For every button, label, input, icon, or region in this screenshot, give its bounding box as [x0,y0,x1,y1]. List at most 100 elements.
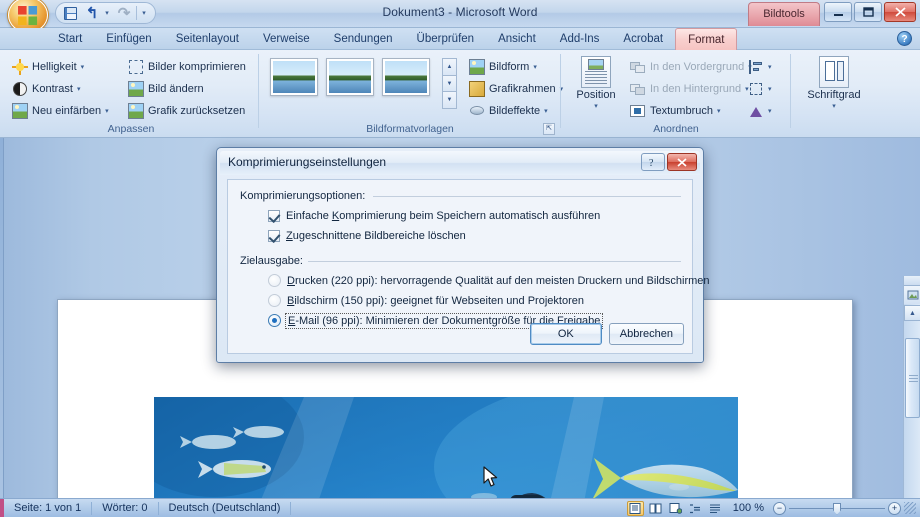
chevron-down-icon: ▾ [533,64,537,71]
zoom-out-button[interactable]: − [773,501,786,515]
resize-grip[interactable] [904,502,916,514]
split-window-handle[interactable] [904,276,920,286]
zoom-slider-handle[interactable] [833,502,841,515]
ribbon-label: Bildeffekte [489,105,541,117]
picture-style-thumb[interactable] [326,58,374,96]
status-word-count[interactable]: Wörter: 0 [92,499,157,517]
tab-start[interactable]: Start [46,28,94,50]
cancel-button[interactable]: Abbrechen [608,323,684,345]
checkbox-row-delete-cropped[interactable]: Zugeschnittene Bildbereiche löschen [268,230,466,242]
view-full-screen-reading-button[interactable] [647,501,664,516]
status-page-info[interactable]: Seite: 1 von 1 [4,499,91,517]
group-rule [308,261,681,262]
ribbon-button-in-den-hintergrund[interactable]: In den Hintergrund ▾ [628,78,754,100]
outline-icon [690,503,701,513]
picture-styles-gallery[interactable] [270,58,430,96]
ribbon-button-kontrast[interactable]: Kontrast ▾ [10,78,111,100]
zoom-in-button[interactable]: + [888,501,901,515]
radio-print-220ppi[interactable] [268,274,281,287]
chevron-down-icon: ▾ [768,108,772,115]
picture-browse-icon [907,290,918,300]
ribbon-button-in-den-vordergrund[interactable]: In den Vordergrund ▾ [628,56,754,78]
dialog-help-button[interactable]: ? [641,153,665,171]
status-language[interactable]: Deutsch (Deutschland) [159,499,291,517]
ribbon-button-grafikrahmen[interactable]: Grafikrahmen ▾ [467,78,565,100]
maximize-button[interactable] [854,2,882,22]
close-icon [894,7,906,17]
ribbon-button-rotate[interactable]: ▾ [746,100,774,122]
vertical-scrollbar[interactable]: ▲ ▼ ⇞ ◉ ⇟ [903,276,920,498]
ribbon-button-textumbruch[interactable]: Textumbruch ▾ [628,100,754,122]
minimize-button[interactable] [824,2,852,22]
checkbox-label: Einfache Komprimierung beim Speichern au… [286,210,601,222]
ribbon-button-bilder-komprimieren[interactable]: Bilder komprimieren [126,56,248,78]
ribbon-button-neu-einfaerben[interactable]: Neu einfärben ▾ [10,100,111,122]
chevron-down-icon: ▾ [80,64,85,71]
picture-style-thumb[interactable] [270,58,318,96]
ribbon-label: Bild ändern [148,83,204,95]
tab--berpr-fen[interactable]: Überprüfen [405,28,487,50]
radio-screen-150ppi[interactable] [268,294,281,307]
tab-einf-gen[interactable]: Einfügen [94,28,163,50]
radio-row-print[interactable]: Drucken (220 ppi): hervorragende Qualitä… [268,274,710,287]
send-to-back-icon [630,81,646,97]
view-web-layout-button[interactable] [667,501,684,516]
tab-ansicht[interactable]: Ansicht [486,28,548,50]
help-button[interactable]: ? [897,31,912,46]
ribbon-label: Helligkeit [32,61,77,73]
ribbon-button-helligkeit[interactable]: Helligkeit ▾ [10,56,111,78]
zoom-slider[interactable] [789,502,885,515]
svg-text:?: ? [649,158,654,168]
tab-add-ins[interactable]: Add-Ins [548,28,612,50]
scrollbar-thumb[interactable] [905,338,920,418]
ribbon-button-group[interactable]: ▾ [746,78,774,100]
rotate-icon [748,103,764,119]
tab-sendungen[interactable]: Sendungen [322,28,405,50]
scroll-up-button[interactable]: ▲ [904,305,920,321]
close-button[interactable] [884,2,916,22]
minimize-icon [833,13,843,16]
ok-button[interactable]: OK [529,323,602,345]
tab-seitenlayout[interactable]: Seitenlayout [164,28,251,50]
picture-border-icon [469,81,485,97]
picture-styles-dialog-launcher[interactable]: ⇱ [543,123,555,135]
radio-email-96ppi[interactable] [268,314,281,327]
ribbon-button-bildform[interactable]: Bildform ▾ [467,56,565,78]
gallery-scroll-up-button[interactable]: ▲ [442,58,457,76]
dialog-close-button[interactable] [667,153,697,171]
ribbon-label: Bildform [489,61,530,73]
ribbon-label: Grafikrahmen [489,83,556,95]
inserted-picture[interactable] [154,397,738,498]
radio-row-screen[interactable]: Bildschirm (150 ppi): geeignet für Webse… [268,294,584,307]
view-draft-button[interactable] [707,501,724,516]
radio-label: Bildschirm (150 ppi): geeignet für Webse… [287,294,584,307]
ribbon-button-schriftgrad[interactable]: Schriftgrad ▾ [806,56,862,110]
chevron-down-icon: ▾ [832,103,836,110]
ribbon-button-position[interactable]: Position ▾ [568,56,624,110]
checkbox-row-auto-compress[interactable]: Einfache Komprimierung beim Speichern au… [268,210,600,222]
status-right-cluster: 100 % − + [626,500,920,516]
zoom-level-label[interactable]: 100 % [727,502,770,514]
view-print-layout-button[interactable] [626,500,644,516]
gallery-more-button[interactable]: ▼ [442,91,457,110]
dialog-title-bar: Komprimierungseinstellungen ? [220,151,700,175]
checkbox-auto-compress[interactable] [268,210,280,222]
target-output-group-label: Zielausgabe: [240,255,308,267]
dialog-title: Komprimierungseinstellungen [228,155,387,169]
tab-verweise[interactable]: Verweise [251,28,322,50]
ribbon-button-align[interactable]: ▾ [746,56,774,78]
ribbon-group-separator [560,54,561,128]
tab-acrobat[interactable]: Acrobat [611,28,675,50]
group-rule [373,196,681,197]
ribbon-button-bildeffekte[interactable]: Bildeffekte ▾ [467,100,565,122]
tab-format[interactable]: Format [675,28,738,50]
view-outline-button[interactable] [687,501,704,516]
gallery-scroll-down-button[interactable]: ▼ [442,74,457,93]
browse-object-top-icon[interactable] [904,286,920,304]
ribbon-button-grafik-zuruecksetzen[interactable]: Grafik zurücksetzen [126,100,248,122]
picture-style-thumb[interactable] [382,58,430,96]
ribbon-button-bild-aendern[interactable]: Bild ändern [126,78,248,100]
checkbox-delete-cropped-areas[interactable] [268,230,280,242]
group-icon [748,81,764,97]
chevron-down-icon: ▾ [768,86,772,93]
